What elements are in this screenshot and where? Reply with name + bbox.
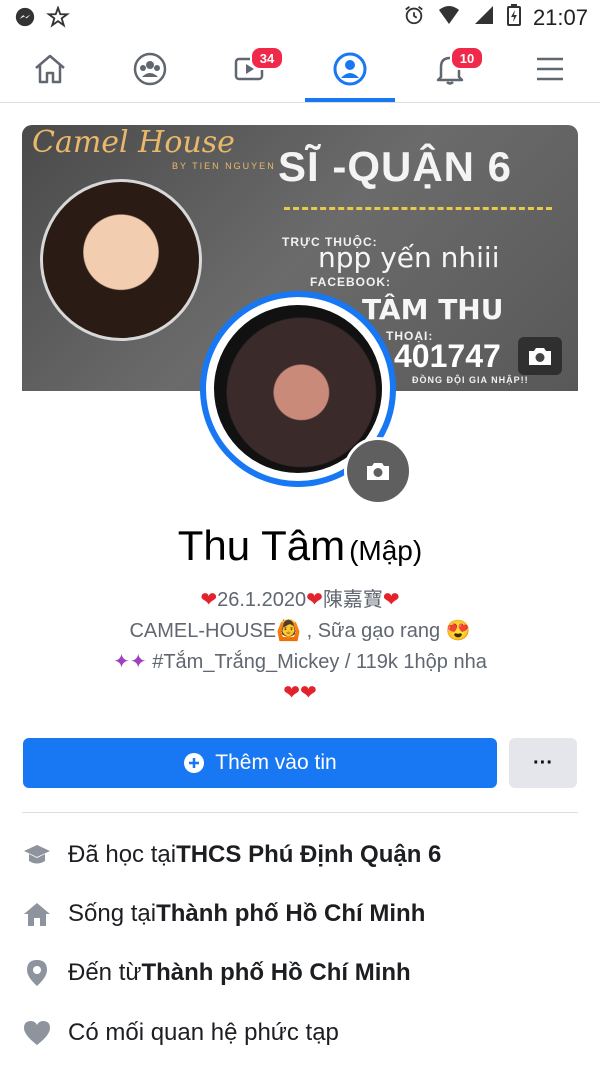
nav-menu[interactable] bbox=[510, 36, 590, 102]
signal-icon bbox=[473, 5, 495, 30]
hamburger-menu-icon bbox=[537, 57, 563, 81]
info-relationship-text: Có mối quan hệ phức tạp bbox=[68, 1019, 339, 1046]
section-divider bbox=[22, 812, 578, 813]
groups-icon bbox=[133, 52, 167, 86]
cover-footer-line: ĐỒNG ĐỘI GIA NHẬP!! bbox=[412, 375, 529, 385]
camera-icon bbox=[529, 348, 551, 365]
info-education-prefix: Đã học tại bbox=[68, 841, 177, 868]
home-icon bbox=[35, 54, 65, 84]
more-options-button[interactable]: ··· bbox=[509, 738, 577, 788]
info-from: Đến từ Thành phố Hồ Chí Minh bbox=[22, 953, 582, 993]
status-bar: 21:07 bbox=[0, 0, 600, 36]
heart-emoji: ❤ bbox=[200, 589, 218, 611]
cover-phone-value: 401747 bbox=[394, 338, 501, 374]
bio-hashtag: #Tắm_Trắng_Mickey / 119k 1hộp nha bbox=[146, 651, 487, 673]
person-emoji: 🙆 bbox=[276, 620, 302, 642]
heart-eyes-emoji: 😍 bbox=[445, 620, 471, 642]
cover-inset-photo bbox=[40, 179, 202, 341]
profile-bio: ❤26.1.2020❤陳嘉寶❤ CAMEL-HOUSE🙆 , Sữa gạo r… bbox=[60, 585, 540, 709]
bio-date: 26.1.2020 bbox=[217, 589, 307, 611]
heart-emoji: ❤❤ bbox=[283, 682, 317, 704]
cover-facebook-value: TÂM THU bbox=[362, 293, 504, 326]
cover-divider bbox=[284, 207, 552, 210]
bio-line-2: CAMEL-HOUSE🙆 , Sữa gạo rang 😍 bbox=[60, 616, 540, 647]
messenger-icon bbox=[14, 6, 36, 33]
info-lives-in-value[interactable]: Thành phố Hồ Chí Minh bbox=[156, 900, 425, 928]
add-to-story-button[interactable]: Thêm vào tin bbox=[23, 738, 497, 788]
edit-profile-picture-button[interactable] bbox=[344, 437, 412, 505]
profile-nickname: (Mập) bbox=[349, 535, 423, 566]
info-education-value[interactable]: THCS Phú Định Quận 6 bbox=[176, 841, 441, 869]
profile-name: Thu Tâm (Mập) bbox=[0, 522, 600, 570]
camera-icon bbox=[367, 463, 389, 480]
profile-name-main: Thu Tâm bbox=[177, 522, 346, 569]
heart-emoji: ❤ bbox=[382, 589, 400, 611]
info-from-value[interactable]: Thành phố Hồ Chí Minh bbox=[141, 959, 410, 987]
bio-line-4: ❤❤ bbox=[60, 678, 540, 709]
bio-product: , Sữa gạo rang bbox=[301, 620, 446, 642]
wifi-icon bbox=[437, 5, 461, 30]
notifications-badge: 10 bbox=[450, 46, 484, 70]
video-badge: 34 bbox=[250, 46, 284, 70]
nav-home[interactable] bbox=[10, 36, 90, 102]
bio-line-1: ❤26.1.2020❤陳嘉寶❤ bbox=[60, 585, 540, 616]
location-pin-icon bbox=[22, 958, 52, 988]
nav-profile[interactable] bbox=[310, 36, 390, 102]
cover-headline: SĨ -QUẬN 6 bbox=[278, 143, 513, 190]
info-relationship: Có mối quan hệ phức tạp bbox=[22, 1013, 582, 1053]
info-education: Đã học tại THCS Phú Định Quận 6 bbox=[22, 835, 582, 875]
active-tab-indicator bbox=[305, 98, 395, 102]
top-navigation: 34 10 bbox=[0, 36, 600, 103]
battery-icon bbox=[506, 4, 521, 31]
cover-affiliation-value: npp yến nhiii bbox=[318, 241, 500, 274]
nav-watch[interactable]: 34 bbox=[210, 36, 290, 102]
home-icon bbox=[22, 899, 52, 929]
alarm-icon bbox=[403, 4, 425, 31]
star-app-icon bbox=[46, 5, 70, 33]
nav-groups[interactable] bbox=[110, 36, 190, 102]
fireworks-emoji: ✦✦ bbox=[113, 651, 147, 673]
edit-cover-button[interactable] bbox=[518, 337, 562, 375]
heart-emoji: ❤ bbox=[306, 589, 323, 611]
bio-brand: CAMEL-HOUSE bbox=[129, 620, 277, 642]
heart-icon bbox=[22, 1018, 52, 1048]
info-lives-in: Sống tại Thành phố Hồ Chí Minh bbox=[22, 894, 582, 934]
bio-line-3: ✦✦ #Tắm_Trắng_Mickey / 119k 1hộp nha bbox=[60, 647, 540, 678]
info-from-prefix: Đến từ bbox=[68, 959, 142, 986]
cover-brand: Camel House bbox=[32, 125, 235, 160]
cover-brand-sub: BY TIEN NGUYEN bbox=[172, 161, 276, 171]
nav-notifications[interactable]: 10 bbox=[410, 36, 490, 102]
add-to-story-label: Thêm vào tin bbox=[215, 751, 337, 774]
bio-cjk: 陳嘉寶 bbox=[322, 589, 383, 611]
info-lives-in-prefix: Sống tại bbox=[68, 900, 157, 927]
cover-facebook-label: FACEBOOK: bbox=[310, 275, 391, 289]
plus-circle-icon bbox=[184, 753, 205, 773]
profile-icon bbox=[333, 52, 367, 86]
graduation-cap-icon bbox=[22, 840, 52, 870]
clock-time: 21:07 bbox=[532, 4, 588, 30]
